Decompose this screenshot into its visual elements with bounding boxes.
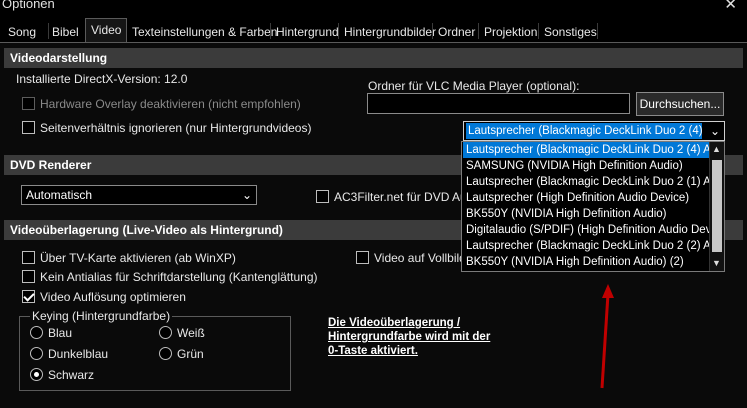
hw-overlay-checkbox[interactable] <box>22 97 35 110</box>
scroll-down-icon[interactable]: ▼ <box>712 258 721 268</box>
red-arrow-annotation <box>600 284 614 389</box>
tab-projektion[interactable]: Projektion <box>478 21 543 42</box>
dvd-renderer-value: Automatisch <box>26 188 93 202</box>
scrollbar-thumb[interactable] <box>712 160 722 252</box>
overlay-note-line3: 0-Taste aktiviert. <box>328 345 418 357</box>
tab-bibel[interactable]: Bibel <box>46 21 85 42</box>
title-bar: Optionen ✕ <box>0 0 747 18</box>
audio-device-select[interactable]: Lautsprecher (Blackmagic DeckLink Duo 2 … <box>463 121 725 141</box>
antialias-label: Kein Antialias für Schriftdarstellung (K… <box>40 270 318 284</box>
audio-option[interactable]: Lautsprecher (Blackmagic DeckLink Duo 2 … <box>463 142 709 158</box>
tab-hintergrundbilder[interactable]: Hintergrundbilder <box>338 21 442 42</box>
resolution-label: Video Auflösung optimieren <box>40 290 186 304</box>
audio-option[interactable]: Lautsprecher (High Definition Audio Devi… <box>463 190 709 206</box>
ac3filter-label: AC3Filter.net für DVD Audio <box>334 190 462 204</box>
overlay-note-line2: Hintergrundfarbe wird mit der <box>328 331 491 343</box>
resolution-checkbox[interactable] <box>22 290 35 303</box>
vlc-folder-input[interactable] <box>367 93 630 114</box>
directx-version: Installierte DirectX-Version: 12.0 <box>16 72 188 86</box>
audio-option[interactable]: Lautsprecher (Blackmagic DeckLink Duo 2 … <box>463 174 709 190</box>
window-title: Optionen <box>2 0 55 11</box>
radio-schwarz-label: Schwarz <box>48 368 95 382</box>
tab-bar: Song Bibel Video Texteinstellungen & Far… <box>0 18 747 42</box>
browse-button[interactable]: Durchsuchen... <box>636 92 724 116</box>
radio-dunkelblau[interactable] <box>30 347 43 360</box>
arrow-head <box>602 284 614 298</box>
fullscreen-label: Video auf Vollbild s <box>374 251 462 265</box>
section-videodarstellung: Videodarstellung <box>4 48 743 68</box>
dvd-renderer-select[interactable]: Automatisch ⌄ <box>21 185 257 205</box>
tab-texteinstellungen[interactable]: Texteinstellungen & Farben <box>126 21 283 42</box>
overlay-note: Die Videoüberlagerung / Hintergrundfarbe… <box>328 316 490 358</box>
tv-card-label: Über TV-Karte aktivieren (ab WinXP) <box>40 251 236 265</box>
overlay-note-line1: Die Videoüberlagerung / <box>328 317 461 329</box>
radio-blau[interactable] <box>30 326 43 339</box>
arrow-shaft <box>600 293 610 389</box>
chevron-down-icon: ⌄ <box>709 124 720 138</box>
radio-gruen[interactable] <box>159 347 172 360</box>
tab-video[interactable]: Video <box>85 18 128 42</box>
fullscreen-checkbox[interactable] <box>356 251 369 264</box>
audio-option[interactable]: Digitalaudio (S/PDIF) (High Definition A… <box>463 222 709 238</box>
radio-blau-label: Blau <box>48 326 73 340</box>
chevron-down-icon: ⌄ <box>241 188 252 202</box>
close-icon[interactable]: ✕ <box>724 0 737 14</box>
radio-weiss[interactable] <box>159 326 172 339</box>
audio-option[interactable]: BK550Y (NVIDIA High Definition Audio) <box>463 206 709 222</box>
tab-ordner[interactable]: Ordner <box>432 21 481 42</box>
aspect-checkbox[interactable] <box>22 121 35 134</box>
keying-title: Keying (Hintergrundfarbe) <box>30 309 173 323</box>
aspect-label: Seitenverhältnis ignorieren (nur Hinterg… <box>40 121 312 135</box>
tv-card-checkbox[interactable] <box>22 251 35 264</box>
radio-schwarz[interactable] <box>30 368 43 381</box>
audio-option[interactable]: BK550Y (NVIDIA High Definition Audio) (2… <box>463 254 709 270</box>
radio-gruen-label: Grün <box>177 347 204 361</box>
tab-song[interactable]: Song <box>2 21 42 42</box>
hw-overlay-label: Hardware Overlay deaktivieren (nicht emp… <box>40 97 301 111</box>
ac3filter-checkbox[interactable] <box>316 190 329 203</box>
tab-sonstiges[interactable]: Sonstiges <box>538 21 603 42</box>
radio-dunkelblau-label: Dunkelblau <box>48 347 109 361</box>
tab-hintergrund[interactable]: Hintergrund <box>270 21 345 42</box>
antialias-checkbox[interactable] <box>22 270 35 283</box>
vlc-folder-label: Ordner für VLC Media Player (optional): <box>368 79 580 93</box>
dropdown-scrollbar[interactable]: ▲ ▼ <box>709 142 724 271</box>
radio-weiss-label: Weiß <box>177 326 205 340</box>
audio-device-dropdown-list: Lautsprecher (Blackmagic DeckLink Duo 2 … <box>461 141 725 272</box>
audio-selected-value: Lautsprecher (Blackmagic DeckLink Duo 2 … <box>466 123 702 139</box>
audio-option[interactable]: Lautsprecher (Blackmagic DeckLink Duo 2 … <box>463 238 709 254</box>
scroll-up-icon[interactable]: ▲ <box>712 144 721 154</box>
audio-option[interactable]: SAMSUNG (NVIDIA High Definition Audio) <box>463 158 709 174</box>
